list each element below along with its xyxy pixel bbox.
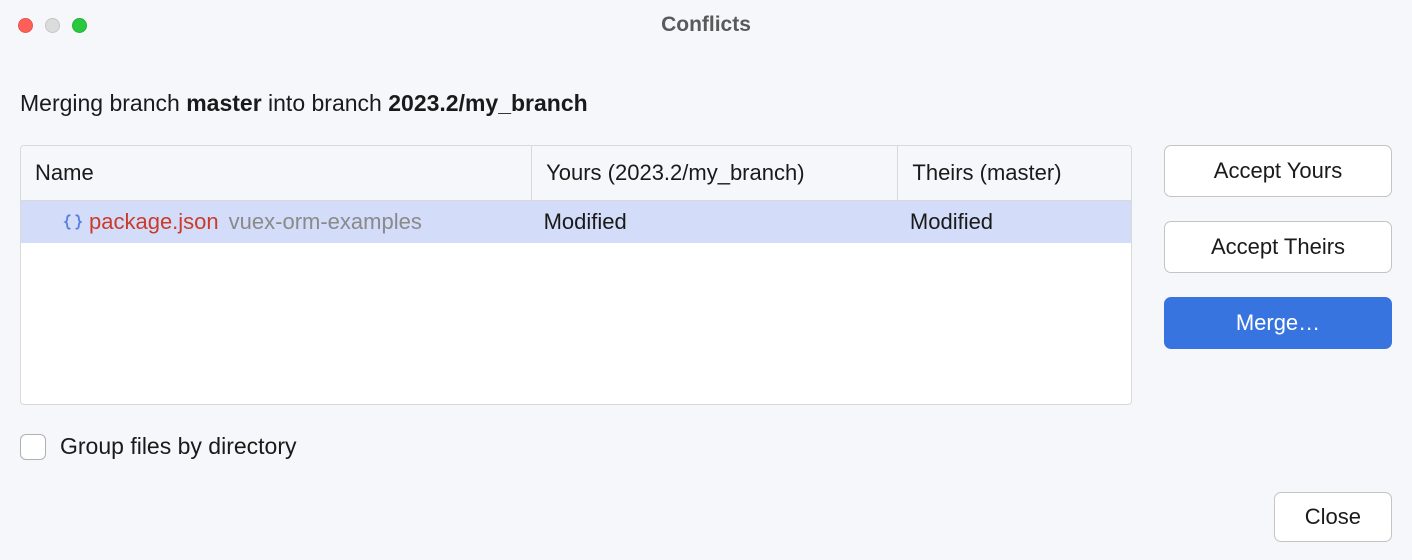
titlebar: Conflicts bbox=[0, 0, 1412, 50]
window-title: Conflicts bbox=[661, 13, 751, 37]
dialog-footer: Close bbox=[1274, 492, 1392, 542]
header-yours[interactable]: Yours (2023.2/my_branch) bbox=[532, 146, 898, 201]
close-window-icon[interactable] bbox=[18, 18, 33, 33]
maximize-window-icon[interactable] bbox=[72, 18, 87, 33]
main-row: Name Yours (2023.2/my_branch) Theirs (ma… bbox=[20, 145, 1392, 405]
cell-theirs: Modified bbox=[898, 201, 1131, 244]
json-file-icon bbox=[63, 212, 83, 232]
close-button[interactable]: Close bbox=[1274, 492, 1392, 542]
cell-name: package.json vuex-orm-examples bbox=[21, 201, 532, 244]
file-name: package.json bbox=[89, 209, 219, 235]
group-by-directory-label: Group files by directory bbox=[60, 433, 296, 460]
side-actions: Accept Yours Accept Theirs Merge… bbox=[1164, 145, 1392, 349]
minimize-window-icon[interactable] bbox=[45, 18, 60, 33]
cell-yours: Modified bbox=[532, 201, 898, 244]
desc-middle: into branch bbox=[262, 90, 389, 116]
accept-yours-button[interactable]: Accept Yours bbox=[1164, 145, 1392, 197]
group-by-directory-option[interactable]: Group files by directory bbox=[20, 433, 296, 460]
group-by-directory-checkbox[interactable] bbox=[20, 434, 46, 460]
bottom-bar: Group files by directory bbox=[20, 433, 1392, 460]
dialog-content: Merging branch master into branch 2023.2… bbox=[0, 50, 1412, 476]
accept-theirs-button[interactable]: Accept Theirs bbox=[1164, 221, 1392, 273]
file-path: vuex-orm-examples bbox=[229, 209, 422, 235]
merge-button[interactable]: Merge… bbox=[1164, 297, 1392, 349]
desc-source-branch: master bbox=[186, 90, 261, 116]
header-theirs[interactable]: Theirs (master) bbox=[898, 146, 1131, 201]
header-name[interactable]: Name bbox=[21, 146, 532, 201]
merge-description: Merging branch master into branch 2023.2… bbox=[20, 90, 1392, 117]
conflicts-table-wrap: Name Yours (2023.2/my_branch) Theirs (ma… bbox=[20, 145, 1132, 405]
conflicts-table: Name Yours (2023.2/my_branch) Theirs (ma… bbox=[21, 146, 1131, 243]
window-controls bbox=[18, 18, 87, 33]
desc-prefix: Merging branch bbox=[20, 90, 186, 116]
desc-target-branch: 2023.2/my_branch bbox=[388, 90, 587, 116]
table-row[interactable]: package.json vuex-orm-examples Modified … bbox=[21, 201, 1131, 244]
